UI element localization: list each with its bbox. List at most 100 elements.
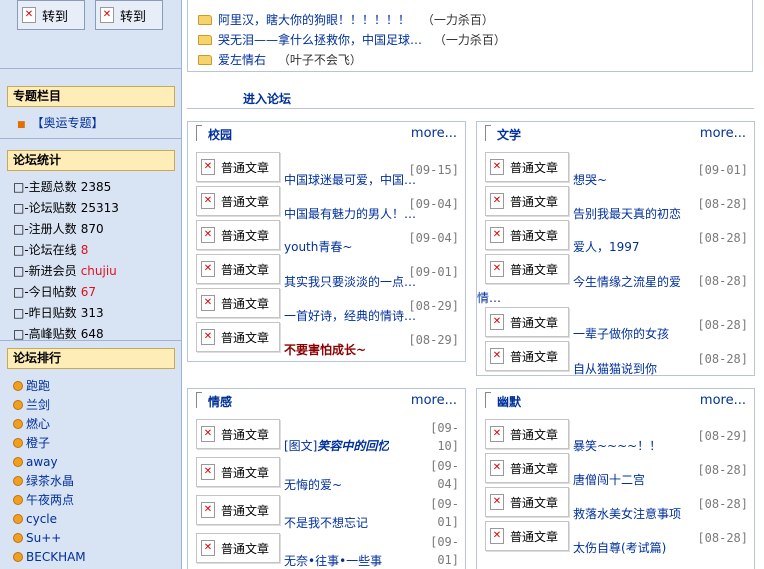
- board-literature: 文学 more... ✕ 普通文章 想哭~ [09-01] ✕ 普通文章 告别我最天…: [476, 121, 755, 376]
- smiley-icon: [13, 438, 23, 448]
- post-title[interactable]: 一辈子做你的女孩: [573, 325, 669, 342]
- special-link[interactable]: 【奥运专题】: [32, 116, 104, 130]
- post-title[interactable]: 自从猫猫说到你: [573, 360, 657, 377]
- rank-item[interactable]: 午夜两点: [13, 493, 74, 507]
- post-date: [09-15]: [408, 163, 459, 177]
- smiley-icon: [13, 419, 23, 429]
- post-title[interactable]: 一首好诗，经典的情诗…: [284, 307, 424, 324]
- rank-item[interactable]: BECKHAM: [13, 550, 86, 564]
- post-title[interactable]: [图文]笑容中的回忆: [284, 437, 389, 454]
- post-date: [08-29]: [697, 429, 748, 443]
- post-type-button[interactable]: ✕ 普通文章: [485, 307, 569, 337]
- post-type-button[interactable]: ✕ 普通文章: [196, 533, 280, 563]
- rank-item[interactable]: 绿茶水晶: [13, 474, 74, 488]
- post-type-button[interactable]: ✕ 普通文章: [196, 495, 280, 525]
- broken-image-icon: ✕: [201, 159, 215, 175]
- post-type-button[interactable]: ✕ 普通文章: [485, 341, 569, 371]
- post-type-button[interactable]: ✕ 普通文章: [485, 220, 569, 250]
- broken-image-icon: ✕: [490, 494, 504, 510]
- stat-row: □-高峰贴数 648: [13, 327, 104, 341]
- more-link[interactable]: more...: [700, 393, 746, 408]
- post-type-button[interactable]: ✕ 普通文章: [485, 419, 569, 449]
- divider: [0, 340, 182, 341]
- smiley-icon: [13, 381, 23, 391]
- rank-item[interactable]: Su++: [13, 531, 61, 545]
- bullet-icon: ■: [17, 120, 26, 130]
- post-title[interactable]: youth青春~: [284, 238, 424, 255]
- post-type-button[interactable]: ✕ 普通文章: [196, 186, 280, 216]
- post-title[interactable]: 想哭~: [573, 171, 607, 188]
- rank-item[interactable]: cycle: [13, 512, 57, 526]
- post-title[interactable]: 无奈•往事•一些事: [284, 552, 382, 569]
- post-title[interactable]: 今生情缘之流星的爱: [573, 273, 681, 290]
- post-type-button[interactable]: ✕ 普通文章: [196, 457, 280, 487]
- post-type-button[interactable]: ✕ 普通文章: [196, 152, 280, 182]
- post-type-button[interactable]: ✕ 普通文章: [196, 254, 280, 284]
- post-title[interactable]: 告别我最天真的初恋: [573, 205, 681, 222]
- board-title[interactable]: 幽默: [497, 393, 521, 410]
- rank-item[interactable]: away: [13, 455, 58, 469]
- board-header: 校园 more...: [188, 122, 465, 144]
- more-link[interactable]: more...: [411, 393, 457, 408]
- post-type-button[interactable]: ✕ 普通文章: [196, 220, 280, 250]
- post-type-button[interactable]: ✕ 普通文章: [485, 453, 569, 483]
- broken-image-icon: ✕: [490, 460, 504, 476]
- post-title[interactable]: 爱人，1997: [573, 238, 640, 255]
- broken-image-icon: ✕: [201, 193, 215, 209]
- post-date: [08-28]: [697, 274, 748, 288]
- post-date: [09-: [430, 497, 459, 511]
- smiley-icon: [13, 476, 23, 486]
- goto-button-2[interactable]: ✕ 转到: [95, 0, 163, 30]
- rank-item[interactable]: 燃心: [13, 417, 50, 431]
- more-link[interactable]: more...: [700, 126, 746, 141]
- board-title[interactable]: 文学: [497, 126, 521, 143]
- goto-button-1[interactable]: ✕ 转到: [17, 0, 85, 30]
- broken-image-icon: ✕: [201, 227, 215, 243]
- rank-item[interactable]: 兰剑: [13, 398, 50, 412]
- post-title[interactable]: 救落水美女注意事项: [573, 505, 681, 522]
- post-date: [09-01]: [408, 265, 459, 279]
- post-title[interactable]: 不要害怕成长~: [284, 341, 424, 358]
- enter-forum-link[interactable]: 进入论坛: [243, 90, 291, 107]
- smiley-icon: [13, 400, 23, 410]
- broken-image-icon: ✕: [22, 7, 36, 23]
- board-humor: 幽默 more... ✕ 普通文章 暴笑~~~~！！ [08-29] ✕ 普通文章 …: [476, 388, 755, 569]
- post-title[interactable]: 中国最有魅力的男人！…: [284, 205, 424, 222]
- board-title[interactable]: 情感: [208, 393, 232, 410]
- board-title[interactable]: 校园: [208, 126, 232, 143]
- list-item[interactable]: 爱左情右 （叶子不会飞）: [198, 51, 362, 68]
- goto-label: 转到: [120, 9, 147, 25]
- post-type-button[interactable]: ✕ 普通文章: [485, 487, 569, 517]
- rank-item[interactable]: 跑跑: [13, 379, 50, 393]
- post-title[interactable]: 其实我只要淡淡的一点…: [284, 273, 424, 290]
- post-date: [08-28]: [697, 497, 748, 511]
- list-item[interactable]: 哭无泪——拿什么拯救你，中国足球… （一力杀百）: [198, 31, 506, 48]
- newest-member-link[interactable]: chujiu: [81, 264, 117, 278]
- post-type-button[interactable]: ✕ 普通文章: [485, 152, 569, 182]
- more-link[interactable]: more...: [411, 126, 457, 141]
- post-type-button[interactable]: ✕ 普通文章: [196, 288, 280, 318]
- post-type-button[interactable]: ✕ 普通文章: [485, 186, 569, 216]
- post-type-button[interactable]: ✕ 普通文章: [196, 322, 280, 352]
- special-item-olympics[interactable]: ■ 【奥运专题】: [17, 116, 104, 132]
- post-type-button[interactable]: ✕ 普通文章: [485, 521, 569, 551]
- smiley-icon: [13, 495, 23, 505]
- broken-image-icon: ✕: [490, 193, 504, 209]
- post-title[interactable]: 暴笑~~~~！！: [573, 437, 661, 454]
- special-heading: 专题栏目: [7, 86, 175, 107]
- post-type-button[interactable]: ✕ 普通文章: [485, 254, 569, 284]
- post-type-button[interactable]: ✕ 普通文章: [196, 419, 280, 449]
- broken-image-icon: ✕: [201, 295, 215, 311]
- top-buttons: ✕ 转到 ✕ 转到: [0, 0, 182, 38]
- list-item[interactable]: 阿里汉，瞎大你的狗眼！！！！！！ （一力杀百）: [198, 11, 494, 28]
- post-title[interactable]: 唐僧闯十二宫: [573, 471, 645, 488]
- post-title-wrap[interactable]: 情…: [477, 289, 501, 306]
- main-content: 阿里汉，瞎大你的狗眼！！！！！！ （一力杀百） 哭无泪——拿什么拯救你，中国足球…: [183, 0, 764, 569]
- folder-icon: [198, 35, 212, 45]
- post-title[interactable]: 中国球迷最可爱，中国…: [284, 171, 424, 188]
- post-title[interactable]: 不是我不想忘记: [284, 514, 368, 531]
- post-title[interactable]: 无悔的爱~: [284, 476, 342, 493]
- rank-item[interactable]: 橙子: [13, 436, 50, 450]
- broken-image-icon: ✕: [201, 540, 215, 556]
- post-title[interactable]: 太伤自尊(考试篇): [573, 539, 666, 556]
